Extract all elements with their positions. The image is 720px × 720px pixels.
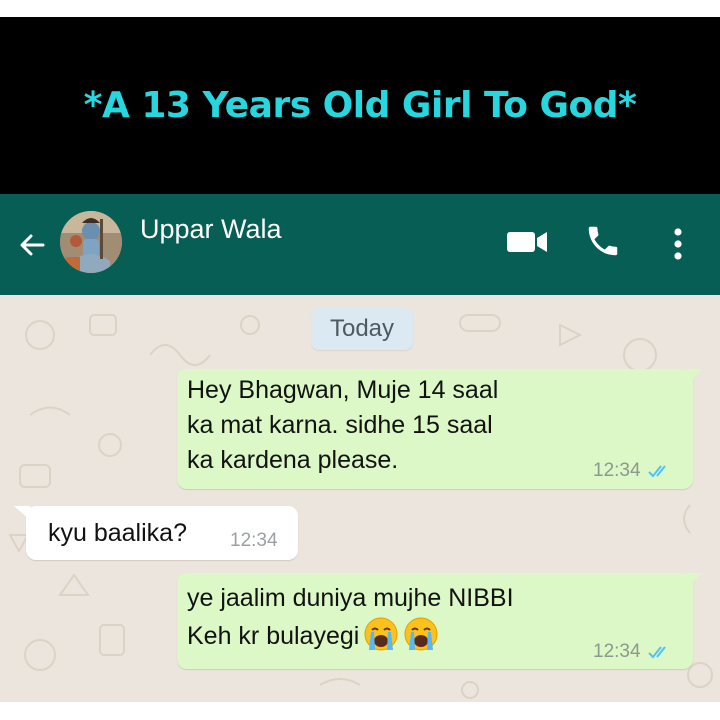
avatar[interactable] <box>60 211 122 273</box>
contact-name[interactable]: Uppar Wala <box>140 214 282 245</box>
chat-header: Uppar Wala <box>0 194 720 295</box>
back-arrow-icon[interactable] <box>14 227 50 263</box>
more-options-icon[interactable] <box>664 224 692 264</box>
bottom-margin <box>0 702 720 720</box>
message-meta: 12:34 <box>230 523 278 558</box>
message-bubble-outgoing[interactable]: Hey Bhagwan, Muje 14 saal ka mat karna. … <box>177 369 693 489</box>
message-time: 12:34 <box>230 530 278 551</box>
video-call-icon[interactable] <box>505 227 551 257</box>
message-text: kyu baalika? <box>48 519 187 547</box>
date-chip: Today <box>311 308 413 350</box>
message-text: Hey Bhagwan, Muje 14 saal ka mat karna. … <box>187 373 498 478</box>
message-meta: 12:34 <box>593 453 673 488</box>
phone-icon[interactable] <box>584 222 622 260</box>
message-line: ka mat karna. sidhe 15 saal <box>187 411 493 439</box>
loudly-crying-face-icon <box>364 617 398 651</box>
message-text: ye jaalim duniya mujhe NIBBI Keh kr bula… <box>187 581 514 654</box>
chat-area[interactable]: Today Hey Bhagwan, Muje 14 saal ka mat k… <box>0 295 720 702</box>
message-meta: 12:34 <box>593 634 673 669</box>
message-line: Hey Bhagwan, Muje 14 saal <box>187 376 499 404</box>
message-line: Keh kr bulayegi <box>187 622 360 650</box>
bubble-tail <box>688 573 702 587</box>
caption-banner: *A 13 Years Old Girl To God* <box>0 17 720 194</box>
message-bubble-incoming[interactable]: kyu baalika? 12:34 <box>26 506 298 560</box>
message-line: ka kardena please. <box>187 446 399 474</box>
bubble-tail <box>688 369 702 383</box>
caption-title: *A 13 Years Old Girl To God* <box>83 85 637 126</box>
double-tick-icon <box>647 464 666 477</box>
message-time: 12:34 <box>593 460 641 481</box>
loudly-crying-face-icon <box>404 617 438 651</box>
message-time: 12:34 <box>593 641 641 662</box>
bubble-tail <box>14 506 30 520</box>
screenshot-frame: *A 13 Years Old Girl To God* Uppar Wala <box>0 0 720 720</box>
double-tick-icon <box>647 645 666 658</box>
message-line-with-emoji: Keh kr bulayegi <box>187 616 514 654</box>
message-bubble-outgoing[interactable]: ye jaalim duniya mujhe NIBBI Keh kr bula… <box>177 573 693 669</box>
message-line: ye jaalim duniya mujhe NIBBI <box>187 584 514 612</box>
